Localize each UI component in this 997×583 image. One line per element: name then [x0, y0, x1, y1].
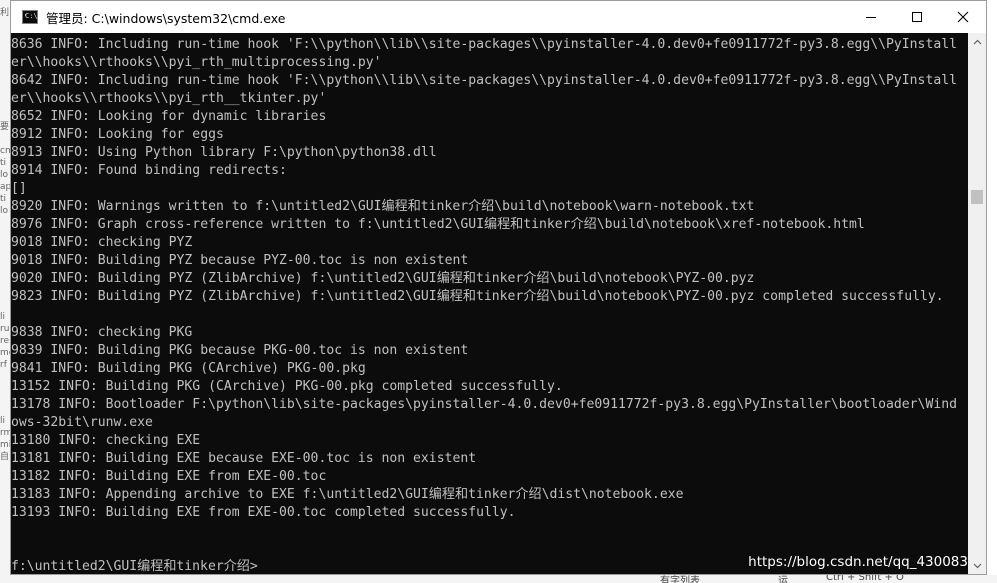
console-line: 9841 INFO: Building PKG (CArchive) PKG-0…: [11, 361, 366, 376]
background-fragment: rm: [0, 428, 10, 438]
title-bar[interactable]: C:\ 管理员: C:\windows\system32\cmd.exe: [11, 1, 986, 33]
console-line: 8914 INFO: Found binding redirects:: [11, 163, 287, 178]
vertical-scrollbar[interactable]: [968, 33, 986, 574]
chevron-up-icon: [973, 39, 981, 44]
background-fragment: 自: [0, 452, 10, 462]
close-button[interactable]: [940, 1, 986, 33]
console-line: 8913 INFO: Using Python library F:\pytho…: [11, 145, 437, 160]
scroll-down-button[interactable]: [968, 557, 986, 574]
background-window-left-edge: 利 要 cm ti lo ap ti lo li ru re me rf li …: [0, 0, 10, 583]
background-fragment: 运: [778, 576, 788, 583]
console-line: 13183 INFO: Appending archive to EXE f:\…: [11, 487, 684, 502]
minimize-icon: [866, 17, 876, 18]
background-fragment: lo: [0, 170, 9, 180]
console-line: 9838 INFO: checking PKG: [11, 325, 193, 340]
console-line: 13180 INFO: checking EXE: [11, 433, 201, 448]
console-line: 8920 INFO: Warnings written to f:\untitl…: [11, 199, 755, 214]
background-fragment: cm: [0, 146, 10, 156]
scrollbar-thumb[interactable]: [971, 190, 983, 204]
console-line: 8976 INFO: Graph cross-reference written…: [11, 217, 865, 232]
console-line: er\\hooks\\rthooks\\pyi_rth_multiprocess…: [11, 55, 382, 70]
background-fragment: 有字列表: [660, 576, 700, 583]
console-line: 9823 INFO: Building PYZ (ZlibArchive) f:…: [11, 289, 944, 304]
background-fragment: li: [0, 312, 6, 322]
background-fragment: ru: [0, 324, 10, 334]
background-fragment: 要: [0, 122, 10, 132]
background-fragment: rf: [0, 360, 7, 370]
console-line: 8912 INFO: Looking for eggs: [11, 127, 224, 142]
console-line: er\\hooks\\rthooks\\pyi_rth__tkinter.py': [11, 91, 327, 106]
background-fragment: lo: [0, 206, 9, 216]
console-line: []: [11, 181, 27, 196]
console-line: 9020 INFO: Building PYZ (ZlibArchive) f:…: [11, 271, 755, 286]
console-line: 9018 INFO: checking PYZ: [11, 235, 193, 250]
console-line: 8636 INFO: Including run-time hook 'F:\\…: [11, 37, 957, 52]
console-output[interactable]: 8636 INFO: Including run-time hook 'F:\\…: [11, 33, 968, 574]
console-line: 9839 INFO: Building PKG because PKG-00.t…: [11, 343, 469, 358]
console-line: f:\untitled2\GUI编程和tinker介绍>: [11, 559, 258, 574]
console-line: ows-32bit\runw.exe: [11, 415, 153, 430]
window-controls: [848, 1, 986, 33]
background-fragment: ap: [0, 182, 10, 192]
chevron-down-icon: [973, 563, 981, 568]
blog-watermark: https://blog.csdn.net/qq_430083: [748, 554, 968, 570]
console-line: 8652 INFO: Looking for dynamic libraries: [11, 109, 327, 124]
console-line: 13152 INFO: Building PKG (CArchive) PKG-…: [11, 379, 563, 394]
maximize-button[interactable]: [894, 1, 940, 33]
background-fragment: re: [0, 336, 10, 346]
console-line: 13182 INFO: Building EXE from EXE-00.toc: [11, 469, 327, 484]
scroll-up-button[interactable]: [968, 33, 986, 50]
console-line: 13178 INFO: Bootloader F:\python\lib\sit…: [11, 397, 957, 412]
background-fragment: mi: [0, 440, 10, 450]
background-fragment: 利: [0, 8, 10, 18]
console-line: 13181 INFO: Building EXE because EXE-00.…: [11, 451, 477, 466]
console-line: 13193 INFO: Building EXE from EXE-00.toc…: [11, 505, 516, 520]
background-fragment: li: [0, 416, 6, 426]
scrollbar-track[interactable]: [968, 50, 986, 557]
background-fragment: Ctrl + Shift + O: [826, 575, 904, 583]
minimize-button[interactable]: [848, 1, 894, 33]
background-fragment: me: [0, 348, 10, 358]
cmd-app-icon[interactable]: C:\: [22, 10, 38, 24]
window-title: 管理员: C:\windows\system32\cmd.exe: [46, 10, 286, 26]
close-icon: [957, 11, 969, 23]
console-line: 9018 INFO: Building PYZ because PYZ-00.t…: [11, 253, 469, 268]
cmd-window: C:\ 管理员: C:\windows\system32\cmd.exe 863…: [10, 0, 987, 575]
console-line: 8642 INFO: Including run-time hook 'F:\\…: [11, 73, 957, 88]
background-fragment: ti: [0, 194, 7, 204]
maximize-icon: [912, 12, 922, 22]
background-fragment: ti: [0, 158, 7, 168]
background-window-bottom-edge: 有字列表 运 Ctrl + Shift + O: [0, 575, 997, 583]
